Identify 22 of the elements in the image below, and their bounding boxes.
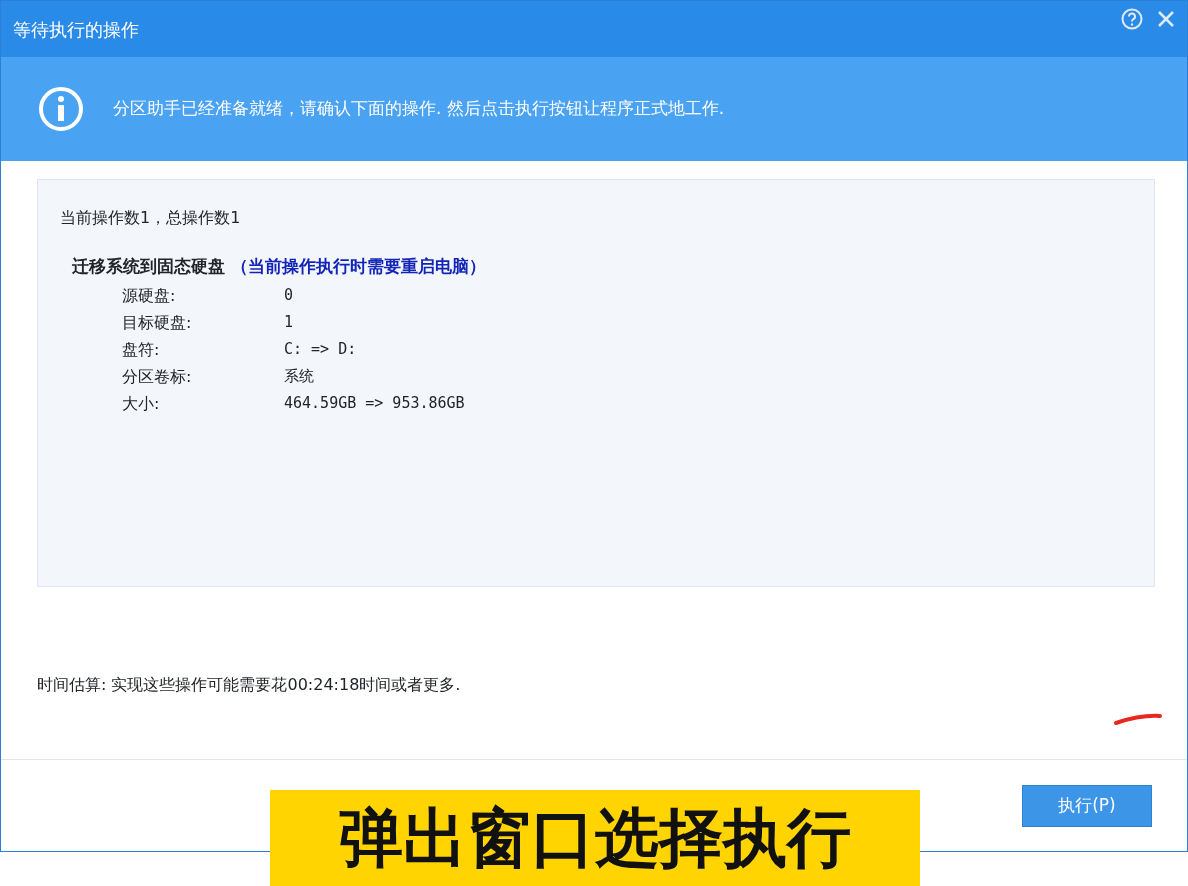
video-caption: 弹出窗口选择执行 — [270, 790, 920, 886]
detail-value: 464.59GB => 953.86GB — [284, 392, 466, 414]
detail-label: 盘符: — [122, 338, 161, 361]
time-estimate: 时间估算: 实现这些操作可能需要花00:24:18时间或者更多. — [37, 674, 462, 696]
detail-value: 系统 — [284, 365, 315, 387]
info-icon — [37, 85, 85, 133]
annotation-stroke — [1113, 711, 1163, 727]
detail-value: C: => D: — [284, 338, 358, 360]
help-icon[interactable] — [1121, 8, 1143, 30]
detail-label: 目标硬盘: — [122, 311, 193, 334]
operation-title: 迁移系统到固态硬盘 — [72, 256, 225, 276]
operation-count: 当前操作数1，总操作数1 — [60, 207, 242, 229]
close-icon[interactable] — [1157, 10, 1175, 28]
detail-label: 大小: — [122, 392, 161, 415]
detail-label: 源硬盘: — [122, 284, 177, 307]
detail-value: 0 — [284, 284, 295, 306]
detail-label: 分区卷标: — [122, 365, 193, 388]
execute-button[interactable]: 执行(P) — [1022, 784, 1152, 827]
detail-value: 1 — [284, 311, 295, 333]
window-title: 等待执行的操作 — [13, 17, 139, 42]
restart-note: （当前操作执行时需要重启电脑） — [230, 256, 486, 276]
info-message: 分区助手已经准备就绪，请确认下面的操作. 然后点击执行按钮让程序正式地工作. — [113, 97, 725, 121]
